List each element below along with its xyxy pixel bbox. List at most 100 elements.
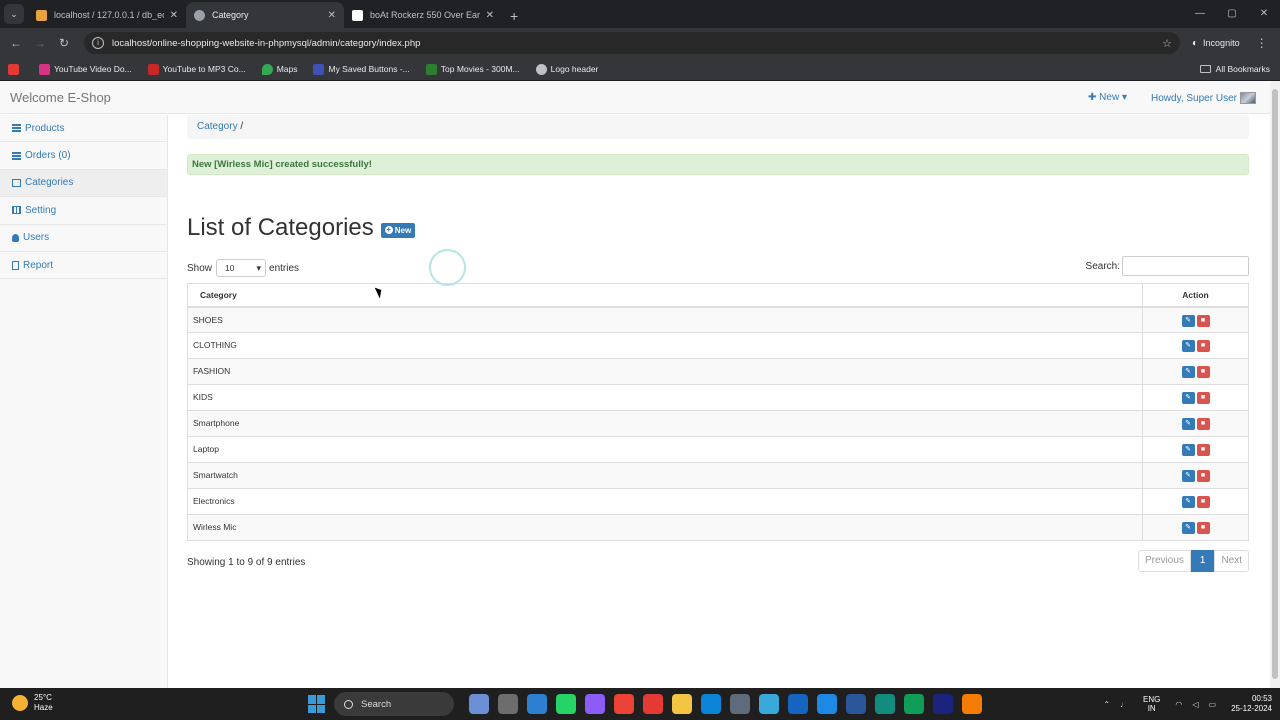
volume-icon[interactable]: ◁ xyxy=(1192,700,1198,709)
region-code: IN xyxy=(1147,704,1156,713)
bookmark-star-icon[interactable]: ☆ xyxy=(1162,37,1172,50)
pinned-app-icon[interactable] xyxy=(874,694,895,714)
pinned-app-icon[interactable] xyxy=(642,694,663,714)
delete-button[interactable]: ■ xyxy=(1196,340,1210,352)
delete-button[interactable]: ■ xyxy=(1196,444,1210,456)
windows-start-icon[interactable] xyxy=(308,695,326,713)
pinned-app-icon[interactable] xyxy=(787,694,808,714)
edit-button[interactable]: ✎ xyxy=(1181,444,1195,456)
edit-button[interactable]: ✎ xyxy=(1181,340,1195,352)
setting-icon xyxy=(12,206,21,215)
edit-button[interactable]: ✎ xyxy=(1181,522,1195,534)
tab-search-menu-icon[interactable]: ⌄ xyxy=(4,4,24,24)
bookmark-saved-buttons[interactable]: My Saved Buttons -... xyxy=(313,63,410,75)
close-tab-icon[interactable]: ✕ xyxy=(328,10,336,21)
page-scrollbar[interactable] xyxy=(1270,81,1280,688)
brand-title[interactable]: Welcome E-Shop xyxy=(10,90,111,105)
input-language[interactable]: ENG IN xyxy=(1143,695,1160,713)
sidebar-item-setting[interactable]: Setting xyxy=(0,197,167,225)
bookmark-label: Top Movies - 300M... xyxy=(440,64,520,74)
pinned-app-icon[interactable] xyxy=(729,694,750,714)
pinned-app-icon[interactable] xyxy=(816,694,837,714)
pinned-app-icon[interactable] xyxy=(613,694,634,714)
battery-icon[interactable]: ▭ xyxy=(1209,700,1217,709)
address-bar[interactable]: i localhost/online-shopping-website-in-p… xyxy=(84,32,1180,54)
user-menu[interactable]: Howdy, Super User xyxy=(1151,92,1256,104)
sidebar-item-label: Categories xyxy=(25,177,74,189)
scrollbar-thumb[interactable] xyxy=(1272,89,1278,679)
tab-category[interactable]: Category ✕ xyxy=(186,2,344,28)
edit-button[interactable]: ✎ xyxy=(1181,314,1195,327)
sidebar-item-label: Products xyxy=(25,122,65,134)
incognito-indicator[interactable]: ◐ Incognito xyxy=(1192,38,1240,49)
close-tab-icon[interactable]: ✕ xyxy=(170,10,178,21)
delete-button[interactable]: ■ xyxy=(1196,366,1210,378)
column-header-category[interactable]: Category xyxy=(187,283,1143,308)
new-tab-button[interactable]: + xyxy=(510,8,518,24)
weather-widget[interactable]: 25°C Haze xyxy=(12,693,53,713)
edit-button[interactable]: ✎ xyxy=(1181,418,1195,430)
pinned-app-icon[interactable] xyxy=(526,694,547,714)
new-dropdown-menu[interactable]: ✚ New ▾ xyxy=(1088,92,1127,103)
pinned-app-icon[interactable] xyxy=(671,694,692,714)
pinned-app-icon[interactable] xyxy=(584,694,605,714)
microphone-icon[interactable]: ♩ xyxy=(1120,700,1128,709)
wifi-icon[interactable]: ◠ xyxy=(1175,700,1182,709)
edit-button[interactable]: ✎ xyxy=(1181,366,1195,378)
browser-tab-strip: ⌄ localhost / 127.0.0.1 / db_ecom ✕ Cate… xyxy=(0,0,1280,28)
pinned-app-icon[interactable] xyxy=(468,694,489,714)
delete-button[interactable]: ■ xyxy=(1196,392,1210,404)
page-length-select[interactable]: 10 xyxy=(216,259,267,277)
pinned-app-icon[interactable] xyxy=(932,694,953,714)
clock[interactable]: 00:53 25-12-2024 xyxy=(1231,694,1272,714)
edit-button[interactable]: ✎ xyxy=(1181,470,1195,482)
pagination-next[interactable]: Next xyxy=(1214,550,1249,572)
chevron-up-icon[interactable]: ⌃ xyxy=(1103,700,1110,709)
pagination-previous[interactable]: Previous xyxy=(1137,550,1191,572)
delete-button[interactable]: ■ xyxy=(1196,314,1210,327)
back-arrow-icon[interactable]: ← xyxy=(4,36,28,50)
delete-button[interactable]: ■ xyxy=(1196,470,1210,482)
pinned-app-icon[interactable] xyxy=(758,694,779,714)
delete-button[interactable]: ■ xyxy=(1196,418,1210,430)
sidebar-item-categories[interactable]: Categories xyxy=(0,169,167,198)
bookmark-youtube-to-mp3[interactable]: YouTube to MP3 Co... xyxy=(147,63,246,75)
bookmark-top-movies[interactable]: Top Movies - 300M... xyxy=(425,63,520,75)
delete-button[interactable]: ■ xyxy=(1196,522,1210,534)
pinned-app-icon[interactable] xyxy=(845,694,866,714)
forward-arrow-icon[interactable]: → xyxy=(28,36,52,50)
action-cell: ✎ ■ xyxy=(1142,462,1249,489)
bookmark-youtube[interactable] xyxy=(8,63,23,75)
edit-button[interactable]: ✎ xyxy=(1181,496,1195,508)
search-input[interactable] xyxy=(1122,256,1249,276)
all-bookmarks-button[interactable]: All Bookmarks xyxy=(1199,58,1270,80)
taskbar-search[interactable]: Search xyxy=(334,692,454,716)
pinned-app-icon[interactable] xyxy=(961,694,982,714)
browser-menu-icon[interactable]: ⋮ xyxy=(1256,36,1268,50)
reload-icon[interactable]: ↻ xyxy=(52,36,76,50)
tab-boat-product[interactable]: boAt Rockerz 550 Over Ear Blu ✕ xyxy=(344,2,502,28)
maximize-button[interactable]: ▢ xyxy=(1216,0,1248,28)
tab-phpmyadmin[interactable]: localhost / 127.0.0.1 / db_ecom ✕ xyxy=(28,2,186,28)
breadcrumb-link-category[interactable]: Category xyxy=(197,121,238,132)
site-info-icon[interactable]: i xyxy=(92,37,104,49)
bookmark-logo-header[interactable]: Logo header xyxy=(535,63,598,75)
pagination-page-1[interactable]: 1 xyxy=(1190,550,1215,572)
pinned-app-icon[interactable] xyxy=(497,694,518,714)
delete-button[interactable]: ■ xyxy=(1196,496,1210,508)
action-cell: ✎ ■ xyxy=(1142,332,1249,359)
close-window-button[interactable]: ✕ xyxy=(1248,0,1280,28)
sidebar-item-report[interactable]: Report xyxy=(0,252,167,280)
pinned-app-icon[interactable] xyxy=(555,694,576,714)
bookmark-youtube-video-downloader[interactable]: YouTube Video Do... xyxy=(39,63,132,75)
pinned-app-icon[interactable] xyxy=(903,694,924,714)
pinned-app-icon[interactable] xyxy=(700,694,721,714)
minimize-button[interactable]: — xyxy=(1184,0,1216,28)
bookmark-maps[interactable]: Maps xyxy=(261,63,297,75)
edit-button[interactable]: ✎ xyxy=(1181,392,1195,404)
sidebar-item-orders[interactable]: Orders (0) xyxy=(0,142,167,170)
new-category-button[interactable]: + New xyxy=(380,222,416,238)
close-tab-icon[interactable]: ✕ xyxy=(486,10,494,21)
sidebar-item-users[interactable]: Users xyxy=(0,225,167,252)
sidebar-item-products[interactable]: Products xyxy=(0,115,167,143)
